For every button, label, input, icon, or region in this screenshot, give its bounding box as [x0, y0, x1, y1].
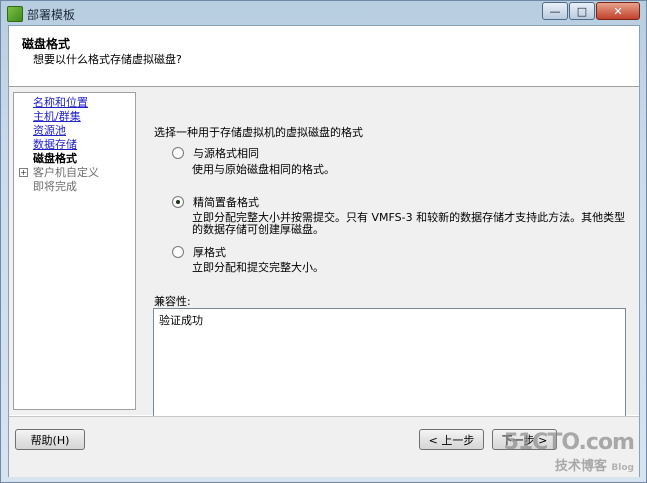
- format-prompt: 选择一种用于存储虚拟机的虚拟磁盘的格式: [154, 126, 363, 139]
- compatibility-label: 兼容性:: [154, 295, 191, 308]
- minimize-button[interactable]: —: [542, 2, 568, 20]
- wizard-window: 部署模板 — □ ✕ 磁盘格式 想要以什么格式存储虚拟磁盘? 名称和位置 主机/…: [0, 0, 647, 483]
- option-description: 立即分配和提交完整大小。: [192, 261, 324, 274]
- nav-item-name-location[interactable]: 名称和位置: [33, 96, 88, 109]
- expand-plus-icon[interactable]: +: [19, 168, 28, 177]
- option-label: 精简置备格式: [193, 196, 259, 209]
- maximize-button[interactable]: □: [569, 2, 595, 20]
- nav-item-resource-pool[interactable]: 资源池: [33, 124, 66, 137]
- option-same-as-source[interactable]: 与源格式相同: [172, 145, 259, 161]
- option-thick[interactable]: 厚格式: [172, 244, 226, 260]
- wizard-body: 名称和位置 主机/群集 资源池 数据存储 磁盘格式 + 客户机自定义 即将完成 …: [9, 87, 639, 436]
- option-label: 与源格式相同: [193, 147, 259, 160]
- option-label: 厚格式: [193, 246, 226, 259]
- radio-thin-provision[interactable]: [172, 196, 184, 208]
- nav-item-disk-format: 磁盘格式: [33, 152, 77, 165]
- back-button[interactable]: < 上一步: [419, 429, 484, 450]
- caption-buttons: — □ ✕: [541, 2, 640, 20]
- wizard-header: 磁盘格式 想要以什么格式存储虚拟磁盘?: [9, 26, 639, 87]
- option-description-cont: 的数据存储可创建厚磁盘。: [192, 223, 324, 236]
- page-subtitle: 想要以什么格式存储虚拟磁盘?: [33, 53, 182, 66]
- next-button[interactable]: 下一步 >: [492, 429, 557, 450]
- radio-thick[interactable]: [172, 246, 184, 258]
- help-button[interactable]: 帮助(H): [15, 429, 85, 450]
- radio-same-as-source[interactable]: [172, 147, 184, 159]
- nav-item-host-cluster[interactable]: 主机/群集: [33, 110, 81, 123]
- option-thin-provision[interactable]: 精简置备格式: [172, 194, 259, 210]
- app-icon: [7, 6, 23, 22]
- client-area: 磁盘格式 想要以什么格式存储虚拟磁盘? 名称和位置 主机/群集 资源池 数据存储…: [8, 25, 640, 477]
- wizard-footer: 帮助(H) < 上一步 下一步 >: [9, 416, 639, 477]
- nav-item-guest-customization: 客户机自定义: [33, 166, 99, 179]
- window-title: 部署模板: [27, 8, 76, 22]
- title-bar[interactable]: 部署模板 — □ ✕: [1, 1, 646, 25]
- nav-item-datastore[interactable]: 数据存储: [33, 138, 77, 151]
- content-panel: 选择一种用于存储虚拟机的虚拟磁盘的格式 与源格式相同 使用与原始磁盘相同的格式。…: [146, 87, 636, 436]
- nav-item-ready-to-complete: 即将完成: [33, 180, 77, 193]
- compatibility-value: 验证成功: [159, 314, 203, 327]
- page-title: 磁盘格式: [22, 37, 71, 51]
- close-button[interactable]: ✕: [596, 2, 640, 20]
- option-description: 使用与原始磁盘相同的格式。: [192, 163, 335, 176]
- wizard-nav: 名称和位置 主机/群集 资源池 数据存储 磁盘格式 + 客户机自定义 即将完成: [13, 92, 136, 410]
